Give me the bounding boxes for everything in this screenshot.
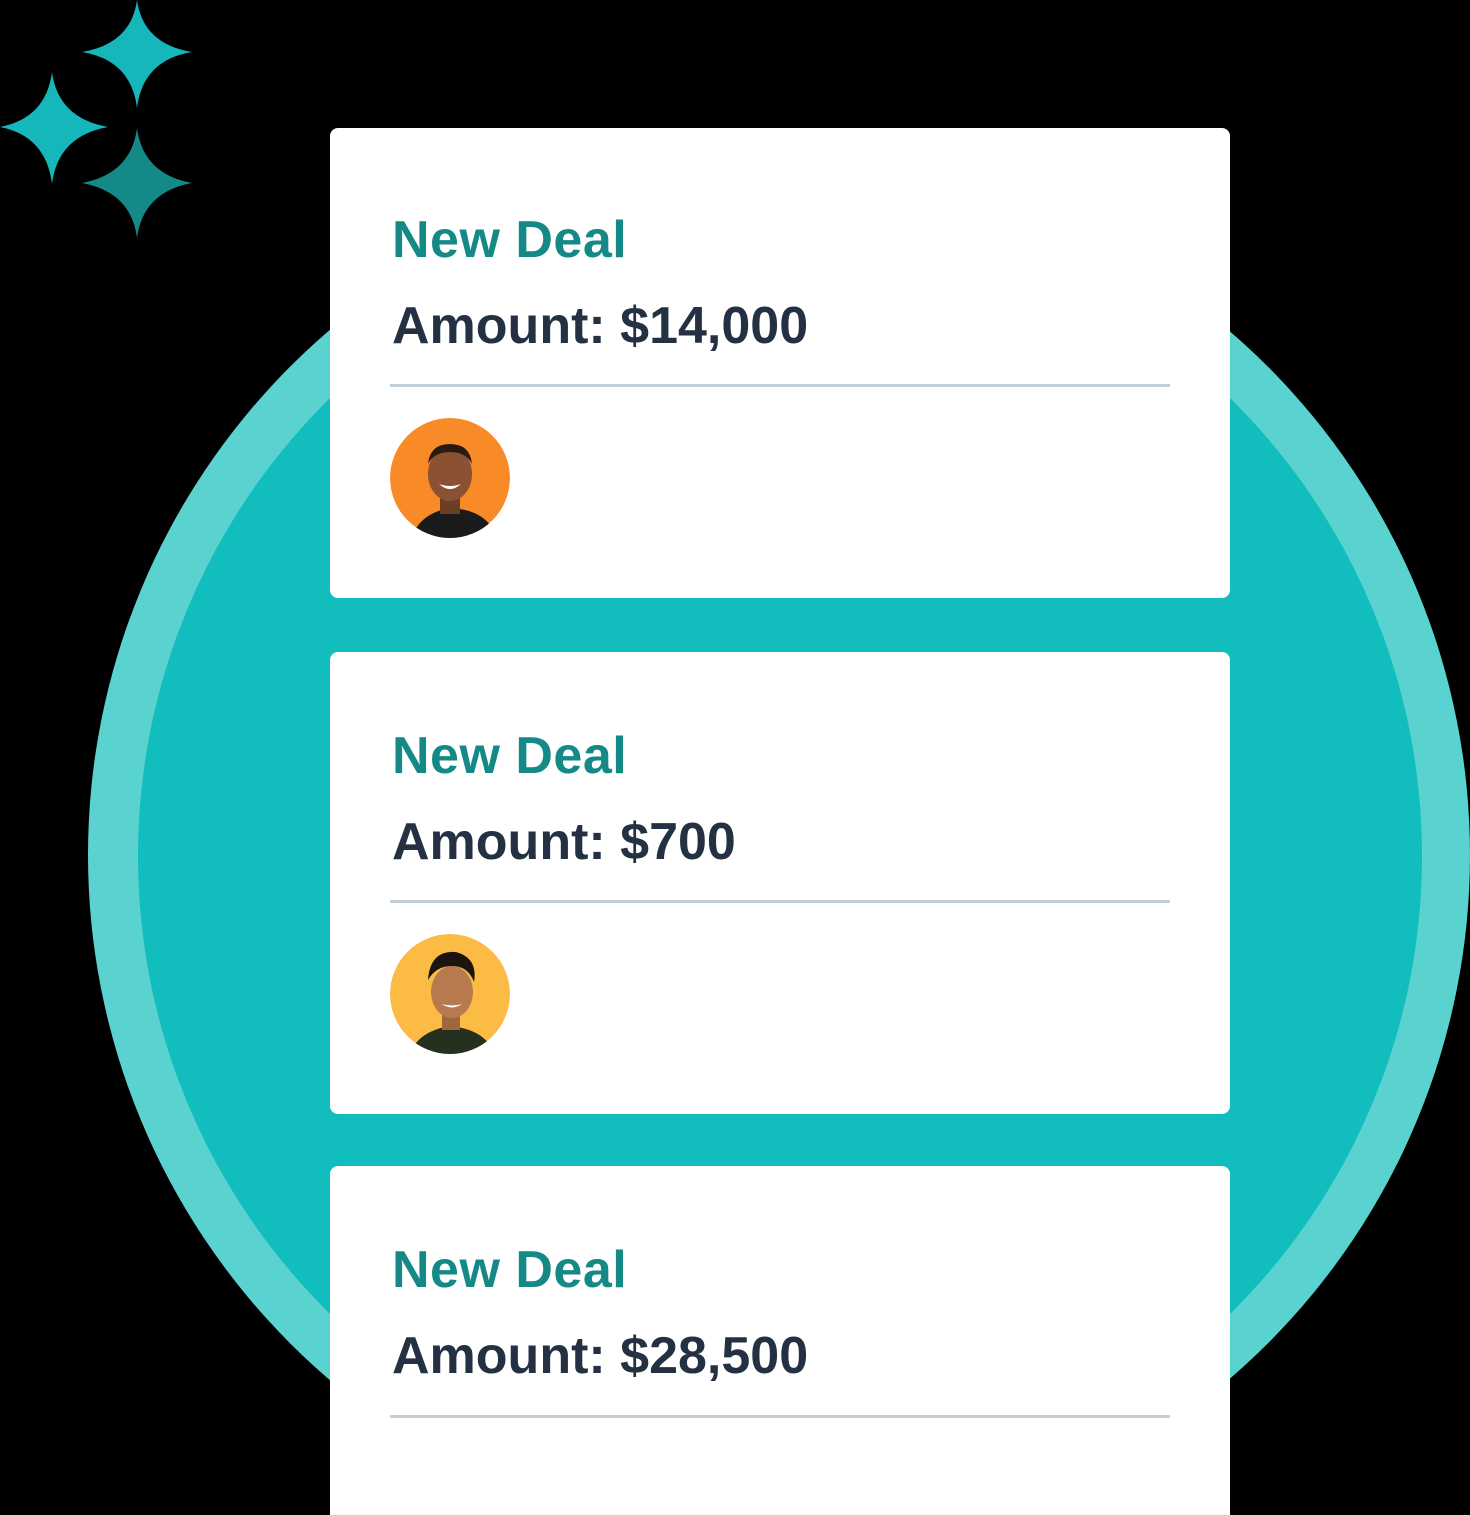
deal-amount: Amount: $28,500 (392, 1327, 809, 1385)
deal-owner-avatar[interactable] (390, 418, 510, 538)
sparkle-top (82, 0, 192, 108)
deal-card[interactable]: New Deal Amount: $14,000 (330, 128, 1230, 598)
divider (390, 1415, 1170, 1418)
divider (390, 384, 1170, 387)
deal-title: New Deal (392, 727, 628, 785)
deal-card[interactable]: New Deal Amount: $700 (330, 652, 1230, 1114)
person-avatar-icon (390, 934, 510, 1054)
sparkle-left (0, 72, 108, 184)
deal-pipeline-illustration: New Deal Amount: $14,000 New Deal Amount… (0, 0, 1470, 1515)
deal-amount: Amount: $700 (392, 813, 736, 871)
person-avatar-icon (390, 418, 510, 538)
deal-title: New Deal (392, 211, 628, 269)
sparkle-bottom (82, 128, 192, 238)
deal-amount: Amount: $14,000 (392, 297, 809, 355)
sparkles-icon (0, 0, 192, 238)
deal-owner-avatar[interactable] (390, 934, 510, 1054)
deal-card[interactable]: New Deal Amount: $28,500 (330, 1166, 1230, 1515)
divider (390, 900, 1170, 903)
deal-title: New Deal (392, 1241, 628, 1299)
